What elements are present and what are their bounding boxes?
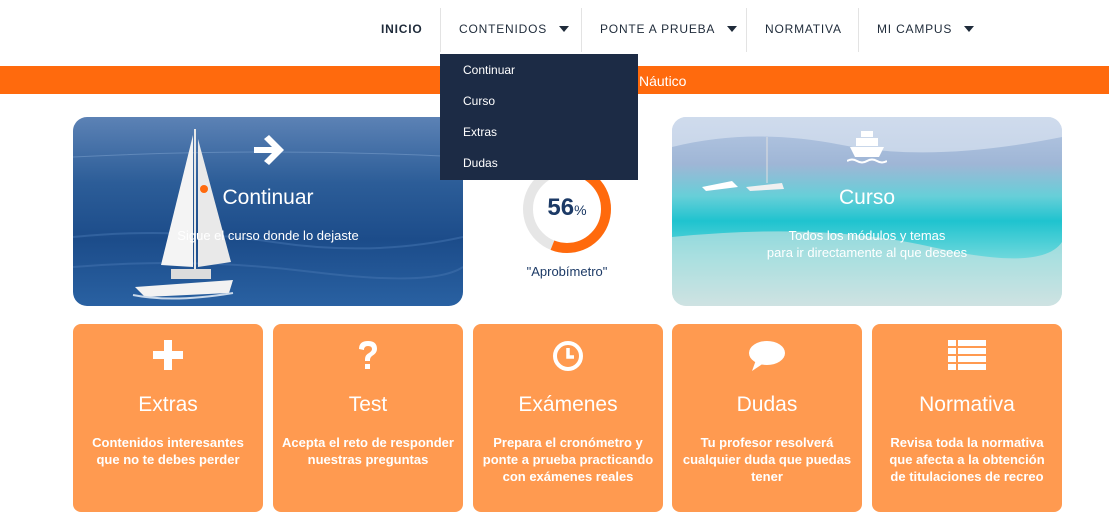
nav-mi-campus[interactable]: MI CAMPUS — [877, 0, 975, 57]
nav-normativa[interactable]: NORMATIVA — [765, 0, 842, 57]
card-dudas-title: Dudas — [736, 393, 798, 416]
card-test-desc: Acepta el reto de responder nuestras pre… — [282, 435, 454, 467]
curso-subtitle-2: para ir directamente al que desees — [766, 245, 968, 260]
nav-normativa-label: NORMATIVA — [765, 21, 842, 36]
nav-divider — [440, 8, 441, 52]
curso-subtitle-1: Todos los módulos y temas — [788, 228, 946, 243]
nav-divider — [858, 8, 859, 52]
list-icon — [948, 340, 986, 370]
contenidos-dropdown: Continuar Curso Extras Dudas — [440, 54, 638, 180]
card-examenes-title: Exámenes — [518, 393, 618, 416]
card-extras-desc: Contenidos interesantes que no te debes … — [92, 435, 244, 467]
card-examenes-desc: Prepara el cronómetro y ponte a prueba p… — [482, 435, 654, 484]
card-normativa-desc: Revisa toda la normativa que afecta a la… — [889, 435, 1045, 484]
nav-mi-campus-label: MI CAMPUS — [877, 21, 953, 36]
nav-divider — [746, 8, 747, 52]
nav-ponte-a-prueba[interactable]: PONTE A PRUEBA — [600, 0, 738, 57]
caret-down-icon — [964, 25, 975, 32]
gauge-number: 56 — [547, 194, 575, 221]
gauge-label[interactable]: "Aprobímetro" — [490, 264, 644, 279]
nav-contenidos[interactable]: CONTENIDOS — [459, 0, 570, 57]
dropdown-item-extras[interactable]: Extras — [440, 124, 638, 155]
nav-divider — [581, 8, 582, 52]
nav-ponte-label: PONTE A PRUEBA — [600, 21, 716, 36]
card-test-title: Test — [348, 393, 388, 416]
curso-title: Curso — [838, 186, 896, 209]
gauge-unit: % — [574, 202, 587, 218]
caret-down-icon — [559, 25, 570, 32]
dropdown-item-continuar[interactable]: Continuar — [440, 62, 638, 93]
nav-inicio-label: INICIO — [381, 21, 423, 36]
continuar-card[interactable]: Continuar Sigue el curso donde lo dejast… — [73, 117, 463, 306]
top-navigation: INICIO CONTENIDOS PONTE A PRUEBA NORMATI… — [0, 0, 1109, 57]
nav-inicio[interactable]: INICIO — [381, 0, 422, 57]
question-icon — [359, 341, 377, 369]
card-examenes[interactable]: Exámenes Prepara el cronómetro y ponte a… — [473, 324, 663, 512]
continuar-title: Continuar — [222, 186, 314, 209]
dropdown-item-curso[interactable]: Curso — [440, 93, 638, 124]
card-dudas-desc: Tu profesor resolverá cualquier duda que… — [682, 435, 852, 484]
dropdown-item-dudas[interactable]: Dudas — [440, 155, 638, 186]
plus-icon — [153, 340, 183, 370]
banner-text: Náutico — [639, 73, 687, 89]
caret-down-icon — [727, 25, 738, 32]
chat-bubble-icon — [749, 341, 785, 371]
card-extras[interactable]: Extras Contenidos interesantes que no te… — [73, 324, 263, 512]
card-dudas[interactable]: Dudas Tu profesor resolverá cualquier du… — [672, 324, 862, 512]
card-normativa[interactable]: Normativa Revisa toda la normativa que a… — [872, 324, 1062, 512]
card-test[interactable]: Test Acepta el reto de responder nuestra… — [273, 324, 463, 512]
clock-icon — [553, 341, 583, 371]
continuar-subtitle: Sigue el curso donde lo dejaste — [177, 228, 359, 243]
curso-card[interactable]: Curso Todos los módulos y temas para ir … — [672, 117, 1062, 306]
ship-icon — [847, 131, 887, 164]
nav-contenidos-label: CONTENIDOS — [459, 21, 548, 36]
card-normativa-title: Normativa — [919, 393, 1015, 416]
arrow-right-icon — [254, 135, 284, 165]
gauge-value: 56% — [521, 194, 613, 222]
card-extras-title: Extras — [138, 393, 198, 416]
